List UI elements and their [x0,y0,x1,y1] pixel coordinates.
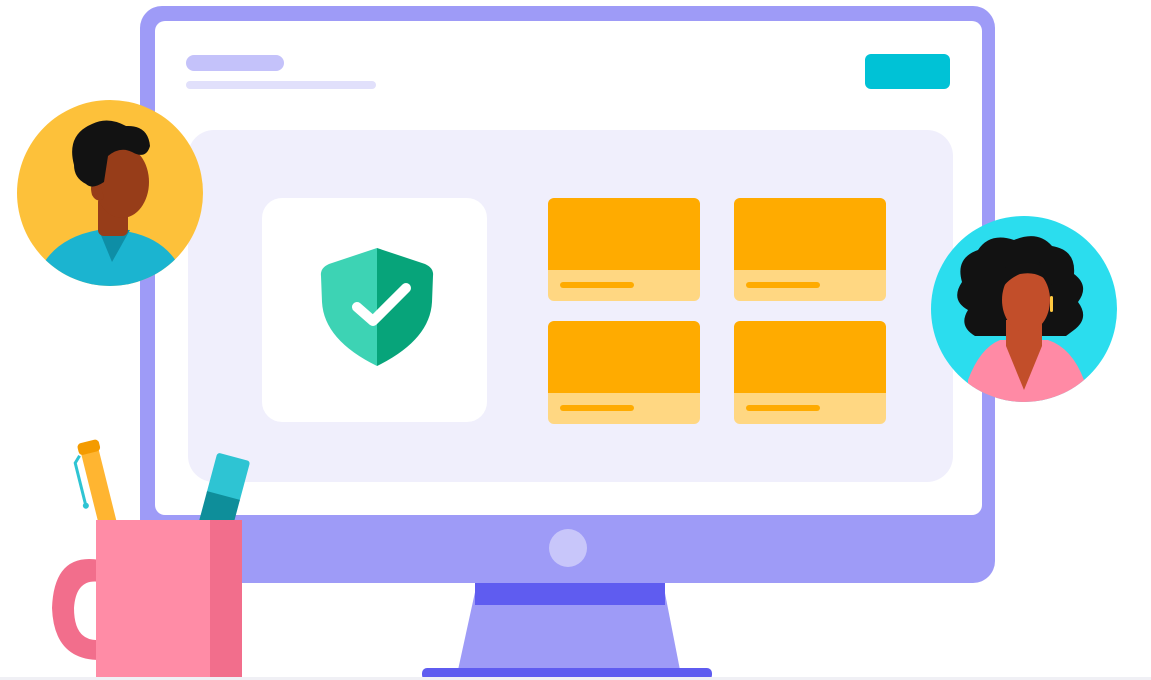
tile-header [548,321,700,393]
tile-header [734,321,886,393]
tile-text-placeholder [560,282,634,288]
tile-text-placeholder [746,405,820,411]
screen-title-placeholder [186,55,284,71]
screen-action-button[interactable] [865,54,950,89]
tile-text-placeholder [560,405,634,411]
power-button[interactable] [549,529,587,567]
screen-subtitle-placeholder [186,81,376,89]
tile-header [548,198,700,270]
security-card [262,198,487,422]
shield-left-half [320,248,377,366]
grid-tile[interactable] [548,321,700,424]
tile-text-placeholder [746,282,820,288]
shield-check-icon [320,248,434,366]
grid-tile[interactable] [734,321,886,424]
grid-tile[interactable] [548,198,700,301]
grid-tile[interactable] [734,198,886,301]
stand-neck-top [475,583,665,605]
tile-header [734,198,886,270]
